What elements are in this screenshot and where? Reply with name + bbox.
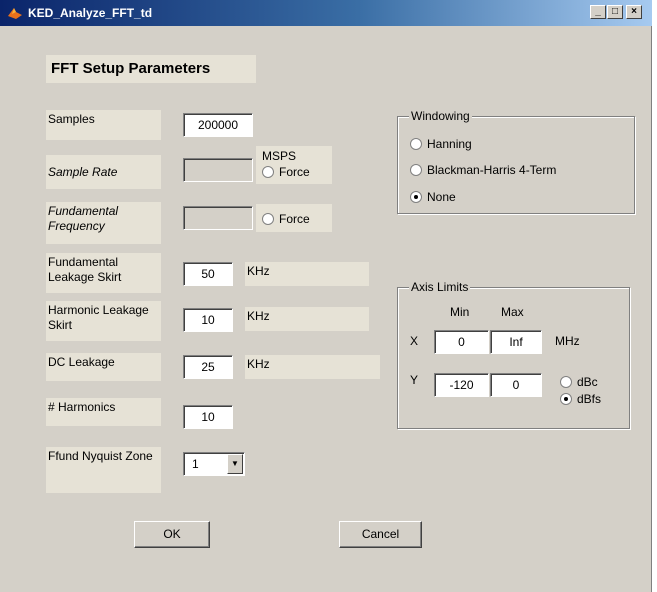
windowing-title: Windowing [409,109,472,123]
window-title: KED_Analyze_FFT_td [28,6,153,20]
x-axis-label: X [410,334,419,348]
y-unit-dbc-label: dBc [577,375,598,389]
radio-selected-icon [410,191,422,203]
maximize-button[interactable]: □ [607,5,623,19]
x-axis-unit: MHz [555,334,580,348]
fundamental-leakage-label: Fundamental Leakage Skirt [46,253,161,293]
fundamental-frequency-label: Fundamental Frequency [46,202,161,244]
y-unit-dbfs-label: dBfs [577,392,602,406]
sample-rate-input[interactable] [183,158,253,182]
dc-leakage-label: DC Leakage [46,353,161,381]
sample-rate-force-label: Force [279,165,310,179]
close-button[interactable]: × [626,5,642,19]
x-max-input[interactable]: Inf [490,330,542,354]
radio-icon [560,376,572,388]
dc-leakage-unit: KHz [245,355,380,379]
harmonic-leakage-unit: KHz [245,307,369,331]
matlab-icon [8,8,22,19]
harmonic-leakage-label: Harmonic Leakage Skirt [46,301,161,341]
axis-limits-title: Axis Limits [409,280,471,294]
harmonics-input[interactable]: 10 [183,405,233,429]
radio-icon [410,164,422,176]
windowing-option-blackman-harris[interactable]: Blackman-Harris 4-Term [410,163,556,177]
harmonics-label: # Harmonics [46,398,161,426]
samples-label: Samples [46,110,161,140]
sample-rate-force-radio[interactable]: Force [262,165,310,179]
title-bar[interactable]: KED_Analyze_FFT_td _ □ × [0,0,652,26]
cancel-button[interactable]: Cancel [339,521,422,548]
dc-leakage-input[interactable]: 25 [183,355,233,379]
y-axis-label: Y [410,373,419,387]
min-label: Min [450,305,470,319]
minimize-button[interactable]: _ [590,5,606,19]
nyquist-zone-label: Ffund Nyquist Zone [46,447,161,493]
y-min-input[interactable]: -120 [434,373,489,397]
samples-input[interactable]: 200000 [183,113,253,137]
fundamental-leakage-input[interactable]: 50 [183,262,233,286]
sample-rate-unit: MSPS [262,149,297,163]
windowing-option-label: Blackman-Harris 4-Term [427,163,557,177]
y-unit-dbc-radio[interactable]: dBc [560,375,598,389]
y-max-input[interactable]: 0 [490,373,542,397]
page-title: FFT Setup Parameters [46,55,256,83]
sample-rate-label: Sample Rate [46,155,161,189]
chevron-down-icon[interactable]: ▼ [227,454,243,474]
radio-selected-icon [560,393,572,405]
x-min-input[interactable]: 0 [434,330,489,354]
nyquist-zone-select[interactable]: 1 ▼ [183,452,245,476]
fundamental-force-radio[interactable]: Force [262,212,310,226]
harmonic-leakage-input[interactable]: 10 [183,308,233,332]
fundamental-force-label: Force [279,212,310,226]
radio-icon [262,213,274,225]
dialog-window: KED_Analyze_FFT_td _ □ × FFT Setup Param… [0,0,652,592]
windowing-option-hanning[interactable]: Hanning [410,137,472,151]
ok-button[interactable]: OK [134,521,210,548]
radio-icon [262,166,274,178]
nyquist-zone-value: 1 [192,457,199,471]
windowing-option-label: None [427,190,456,204]
y-unit-dbfs-radio[interactable]: dBfs [560,392,601,406]
fundamental-leakage-unit: KHz [245,262,369,286]
radio-icon [410,138,422,150]
windowing-option-label: Hanning [427,137,472,151]
windowing-option-none[interactable]: None [410,190,456,204]
max-label: Max [501,305,524,319]
fundamental-frequency-input[interactable] [183,206,253,230]
